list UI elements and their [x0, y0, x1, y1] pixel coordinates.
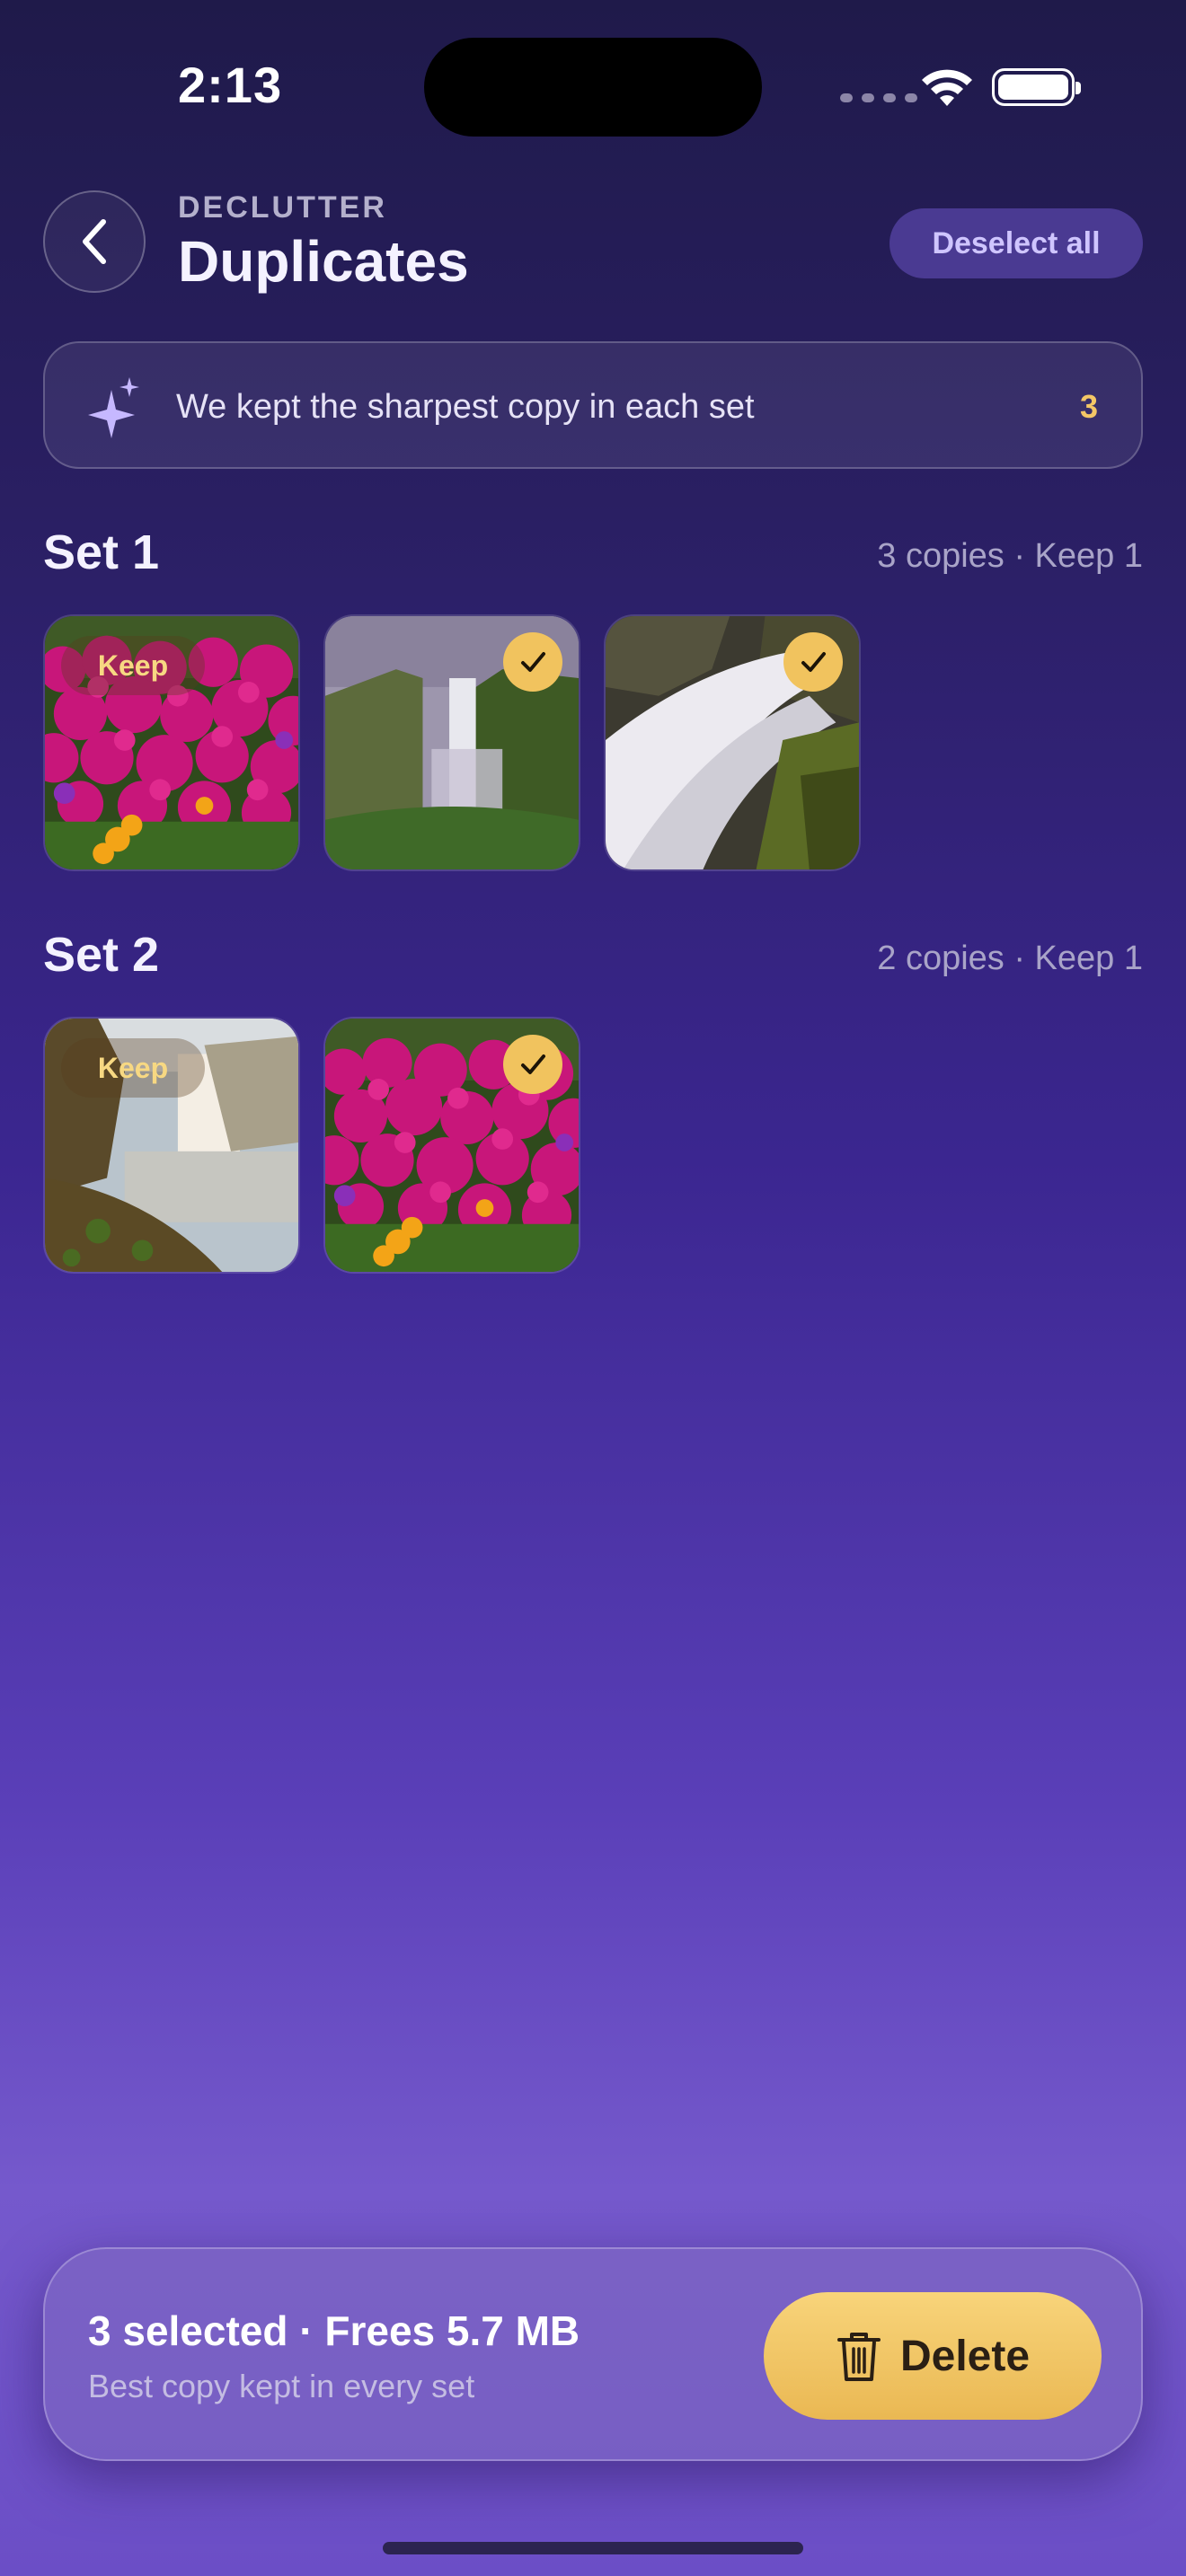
- set-meta: 3 copies · Keep 1: [877, 537, 1143, 575]
- set-title: Set 2: [43, 928, 160, 982]
- selection-subtitle: Best copy kept in every set: [88, 2368, 475, 2404]
- banner-count-badge: 3: [1079, 388, 1098, 425]
- banner-message: We kept the sharpest copy in each set: [176, 388, 755, 426]
- status-bar: 2:13: [0, 0, 1186, 180]
- cellular-signal-icon: [840, 93, 917, 102]
- keep-badge: Keep: [61, 1038, 205, 1098]
- chevron-left-icon: [83, 219, 106, 264]
- status-time: 2:13: [178, 57, 283, 113]
- selection-action-bar: 3 selected · Frees 5.7 MB Best copy kept…: [43, 2247, 1143, 2461]
- section-eyebrow: DECLUTTER: [178, 190, 387, 225]
- dynamic-island: [424, 38, 762, 137]
- battery-icon: [992, 68, 1081, 106]
- set-title: Set 1: [43, 525, 160, 579]
- photo-thumbnail-selected[interactable]: [323, 1017, 580, 1274]
- photo-thumbnail-keep[interactable]: Keep: [43, 614, 300, 871]
- delete-label: Delete: [899, 2332, 1031, 2380]
- photo-thumbnail-keep[interactable]: Keep: [43, 1017, 300, 1274]
- deselect-all-button[interactable]: Deselect all: [890, 208, 1143, 278]
- home-indicator[interactable]: [383, 2542, 803, 2554]
- selection-summary: 3 selected · Frees 5.7 MB: [88, 2307, 580, 2354]
- sparkle-icon: [88, 377, 139, 438]
- wifi-icon: [922, 69, 972, 106]
- photo-thumbnail-selected[interactable]: [604, 614, 861, 871]
- info-banner: We kept the sharpest copy in each set 3: [43, 341, 1143, 469]
- keep-badge: Keep: [61, 636, 205, 695]
- checkmark-icon[interactable]: [503, 1035, 562, 1094]
- set-meta: 2 copies · Keep 1: [877, 940, 1143, 977]
- page-title: Duplicates: [178, 229, 469, 294]
- photo-thumbnail-selected[interactable]: [323, 614, 580, 871]
- checkmark-icon[interactable]: [783, 632, 843, 692]
- checkmark-icon[interactable]: [503, 632, 562, 692]
- back-button[interactable]: [43, 190, 146, 293]
- trash-icon: [836, 2333, 881, 2381]
- delete-button[interactable]: Delete: [764, 2292, 1102, 2420]
